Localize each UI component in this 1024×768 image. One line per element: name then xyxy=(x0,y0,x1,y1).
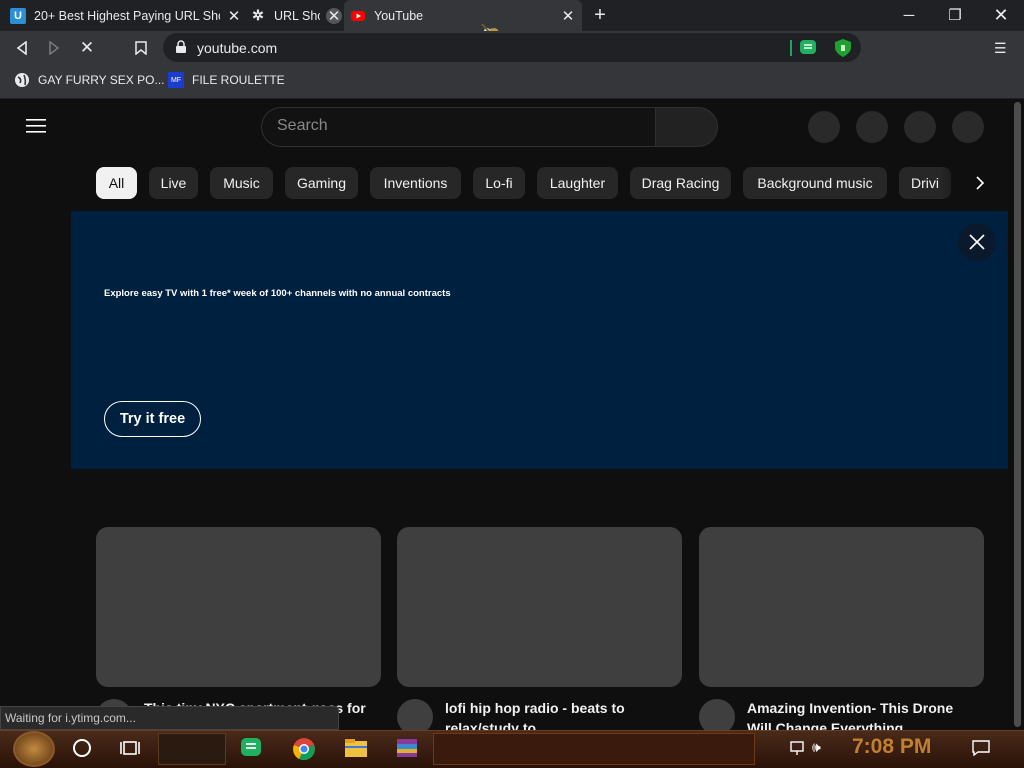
tab-title: 20+ Best Highest Paying URL Shor xyxy=(34,8,220,23)
network-icon[interactable] xyxy=(789,740,805,761)
lock-icon[interactable] xyxy=(175,40,187,59)
chip-drag-racing[interactable]: Drag Racing xyxy=(630,167,731,199)
video-title-line: Amazing Invention- This Drone xyxy=(747,700,954,716)
forward-button[interactable] xyxy=(42,36,66,60)
tab-url-shortener[interactable]: U 20+ Best Highest Paying URL Shor ✕ xyxy=(10,0,242,31)
bookmark-icon[interactable] xyxy=(129,36,153,60)
bookmark-label: FILE ROULETTE xyxy=(192,73,285,87)
hamburger-menu-icon[interactable] xyxy=(26,117,46,138)
start-button[interactable] xyxy=(13,731,55,767)
chip-live[interactable]: Live xyxy=(149,167,198,199)
cortana-icon[interactable] xyxy=(73,739,91,757)
chip-background-music[interactable]: Background music xyxy=(743,167,887,199)
back-button[interactable] xyxy=(10,36,34,60)
chevron-right-icon[interactable] xyxy=(964,167,996,199)
bookmark-item[interactable]: MF FILE ROULETTE xyxy=(168,72,285,88)
tab-youtube[interactable]: YouTube ✕ xyxy=(344,0,582,31)
taskbar-slot xyxy=(158,733,226,765)
chip-laughter[interactable]: Laughter xyxy=(537,167,618,199)
globe-icon xyxy=(15,73,29,87)
taskbar-slot xyxy=(433,733,755,765)
bookmark-label: GAY FURRY SEX PO... xyxy=(38,73,165,87)
chrome-icon[interactable] xyxy=(292,737,316,766)
avatar-placeholder[interactable] xyxy=(952,111,984,143)
header-icon-placeholder[interactable] xyxy=(904,111,936,143)
video-title-line: lofi hip hop radio - beats to xyxy=(445,700,625,716)
bookmark-item[interactable]: GAY FURRY SEX PO... xyxy=(14,72,165,88)
tab-url-sho[interactable]: ✲ URL Sho ✕ xyxy=(250,0,342,31)
header-icon-placeholder[interactable] xyxy=(856,111,888,143)
divider xyxy=(790,40,792,56)
close-tab-icon[interactable]: ✕ xyxy=(226,8,242,25)
green-chat-app-icon[interactable] xyxy=(240,737,262,764)
url-text[interactable]: youtube.com xyxy=(197,40,277,56)
tab-strip: U 20+ Best Highest Paying URL Shor ✕ ✲ U… xyxy=(0,0,1024,45)
scrollbar-thumb[interactable] xyxy=(1014,102,1021,727)
u-favicon-icon: U xyxy=(10,7,26,24)
stop-loading-button[interactable]: ✕ xyxy=(75,36,99,60)
header-icon-placeholder[interactable] xyxy=(808,111,840,143)
shield-extension-icon[interactable] xyxy=(834,38,852,63)
menu-icon[interactable]: ☰ xyxy=(994,40,1007,57)
status-text: Waiting for i.ytimg.com... xyxy=(5,711,136,725)
youtube-icon xyxy=(350,8,366,24)
ad-text: Explore easy TV with 1 free* week of 100… xyxy=(104,288,451,299)
close-window-button[interactable]: ✕ xyxy=(978,0,1024,30)
minimize-button[interactable]: ─ xyxy=(886,0,932,30)
video-thumbnail[interactable] xyxy=(397,527,682,687)
clock[interactable]: 7:08 PM xyxy=(852,735,931,759)
search-button[interactable] xyxy=(655,107,718,147)
search-input[interactable]: Search xyxy=(277,117,328,135)
close-icon xyxy=(969,234,985,250)
chip-lofi[interactable]: Lo-fi xyxy=(473,167,525,199)
close-tab-icon[interactable]: ✕ xyxy=(560,8,576,25)
extension-chat-icon[interactable] xyxy=(799,39,817,62)
task-view-icon[interactable] xyxy=(120,739,140,762)
chip-gaming[interactable]: Gaming xyxy=(285,167,358,199)
volume-icon[interactable]: 🕪 xyxy=(812,739,821,756)
video-thumbnail[interactable] xyxy=(699,527,984,687)
leaf-icon: ✲ xyxy=(252,7,264,23)
video-thumbnail[interactable] xyxy=(96,527,381,687)
notification-icon[interactable] xyxy=(972,740,990,761)
close-tab-icon[interactable]: ✕ xyxy=(326,7,342,25)
ad-banner[interactable] xyxy=(71,211,1008,469)
chip-music[interactable]: Music xyxy=(210,167,273,199)
file-roulette-icon: MF xyxy=(168,72,184,88)
chip-inventions[interactable]: Inventions xyxy=(370,167,461,199)
try-it-free-button[interactable]: Try it free xyxy=(104,401,201,437)
chip-all[interactable]: All xyxy=(96,167,137,199)
new-tab-button[interactable]: + xyxy=(590,5,610,26)
close-ad-button[interactable] xyxy=(958,223,996,261)
tab-title: URL Sho xyxy=(274,8,320,23)
file-explorer-icon[interactable] xyxy=(344,738,368,763)
restore-button[interactable]: ❐ xyxy=(932,0,978,30)
tab-title: YouTube xyxy=(374,8,424,23)
winrar-icon[interactable] xyxy=(395,737,419,764)
